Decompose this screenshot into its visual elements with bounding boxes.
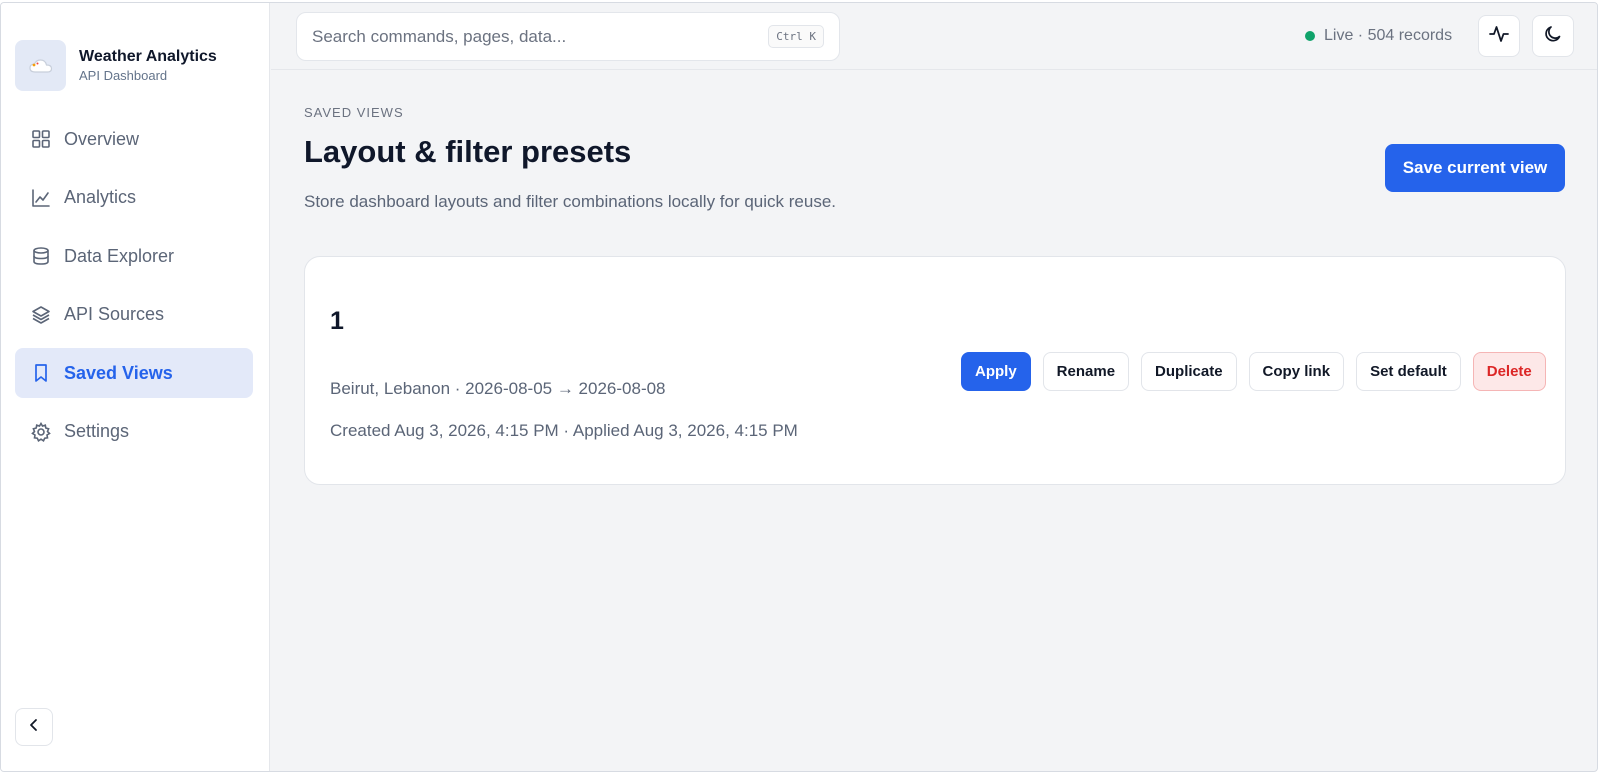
- app-subtitle: API Dashboard: [79, 68, 168, 83]
- chevron-left-icon: [27, 718, 41, 737]
- grid-icon: [30, 128, 52, 150]
- saved-view-filters: Beirut, Lebanon · 2026-08-05 → 2026-08-0…: [330, 379, 666, 398]
- live-status: Live · 504 records: [1305, 27, 1452, 45]
- topbar: Search commands, pages, data... Ctrl K L…: [271, 3, 1597, 70]
- duplicate-button[interactable]: Duplicate: [1141, 352, 1237, 391]
- activity-button[interactable]: [1478, 15, 1520, 57]
- sidebar-item-label: Saved Views: [64, 362, 173, 383]
- saved-view-name: 1: [330, 307, 344, 335]
- sidebar-item-label: Overview: [64, 128, 140, 149]
- sidebar-item-overview[interactable]: Overview: [15, 114, 253, 164]
- page-eyebrow: SAVED VIEWS: [304, 105, 404, 120]
- copy-link-button[interactable]: Copy link: [1248, 352, 1345, 391]
- page-title: Layout & filter presets: [304, 134, 632, 169]
- saved-view-card: 1 Beirut, Lebanon · 2026-08-05 → 2026-08…: [304, 256, 1566, 485]
- saved-view-actions: Apply Rename Duplicate Copy link Set def…: [961, 352, 1546, 391]
- activity-icon: [1488, 23, 1510, 50]
- sidebar-nav: Overview Analytics Data Explorer API Sou…: [15, 114, 253, 466]
- line-chart-icon: [30, 187, 52, 209]
- sidebar-item-label: Data Explorer: [64, 245, 175, 266]
- app-title: Weather Analytics: [79, 48, 217, 65]
- collapse-sidebar-button[interactable]: [15, 708, 53, 746]
- database-icon: [30, 245, 52, 267]
- sidebar-item-label: Analytics: [64, 187, 137, 208]
- status-text: Live · 504 records: [1324, 27, 1453, 44]
- search-input[interactable]: Search commands, pages, data... Ctrl K: [296, 12, 840, 61]
- moon-icon: [1543, 24, 1563, 49]
- status-dot: [1305, 31, 1315, 41]
- sidebar-item-label: Settings: [64, 421, 130, 442]
- theme-toggle-button[interactable]: [1532, 15, 1574, 57]
- sidebar-item-label: API Sources: [64, 304, 165, 325]
- delete-button[interactable]: Delete: [1472, 352, 1546, 391]
- saved-view-timestamps: Created Aug 3, 2026, 4:15 PM · Applied A…: [330, 421, 798, 440]
- sidebar-item-analytics[interactable]: Analytics: [15, 173, 253, 223]
- apply-button[interactable]: Apply: [961, 352, 1031, 391]
- brand[interactable]: Weather Analytics API Dashboard: [15, 40, 217, 91]
- shortcut-badge: Ctrl K: [768, 25, 824, 48]
- save-current-view-button[interactable]: Save current view: [1385, 144, 1565, 192]
- main-content: SAVED VIEWS Layout & filter presets Stor…: [271, 71, 1597, 771]
- page-description: Store dashboard layouts and filter combi…: [304, 192, 837, 211]
- weather-cloud-icon: [15, 40, 66, 91]
- app-window: Weather Analytics API Dashboard Overview…: [0, 2, 1598, 772]
- search-placeholder: Search commands, pages, data...: [312, 26, 567, 46]
- set-default-button[interactable]: Set default: [1356, 352, 1461, 391]
- bookmark-icon: [30, 362, 52, 384]
- sidebar-item-saved-views[interactable]: Saved Views: [15, 348, 253, 399]
- sidebar-item-data-explorer[interactable]: Data Explorer: [15, 231, 253, 281]
- sidebar-item-api-sources[interactable]: API Sources: [15, 290, 253, 340]
- gear-icon: [30, 421, 52, 443]
- rename-button[interactable]: Rename: [1042, 352, 1130, 391]
- layers-icon: [30, 304, 52, 326]
- sidebar-item-settings[interactable]: Settings: [15, 407, 253, 457]
- sidebar: Weather Analytics API Dashboard Overview…: [1, 3, 270, 771]
